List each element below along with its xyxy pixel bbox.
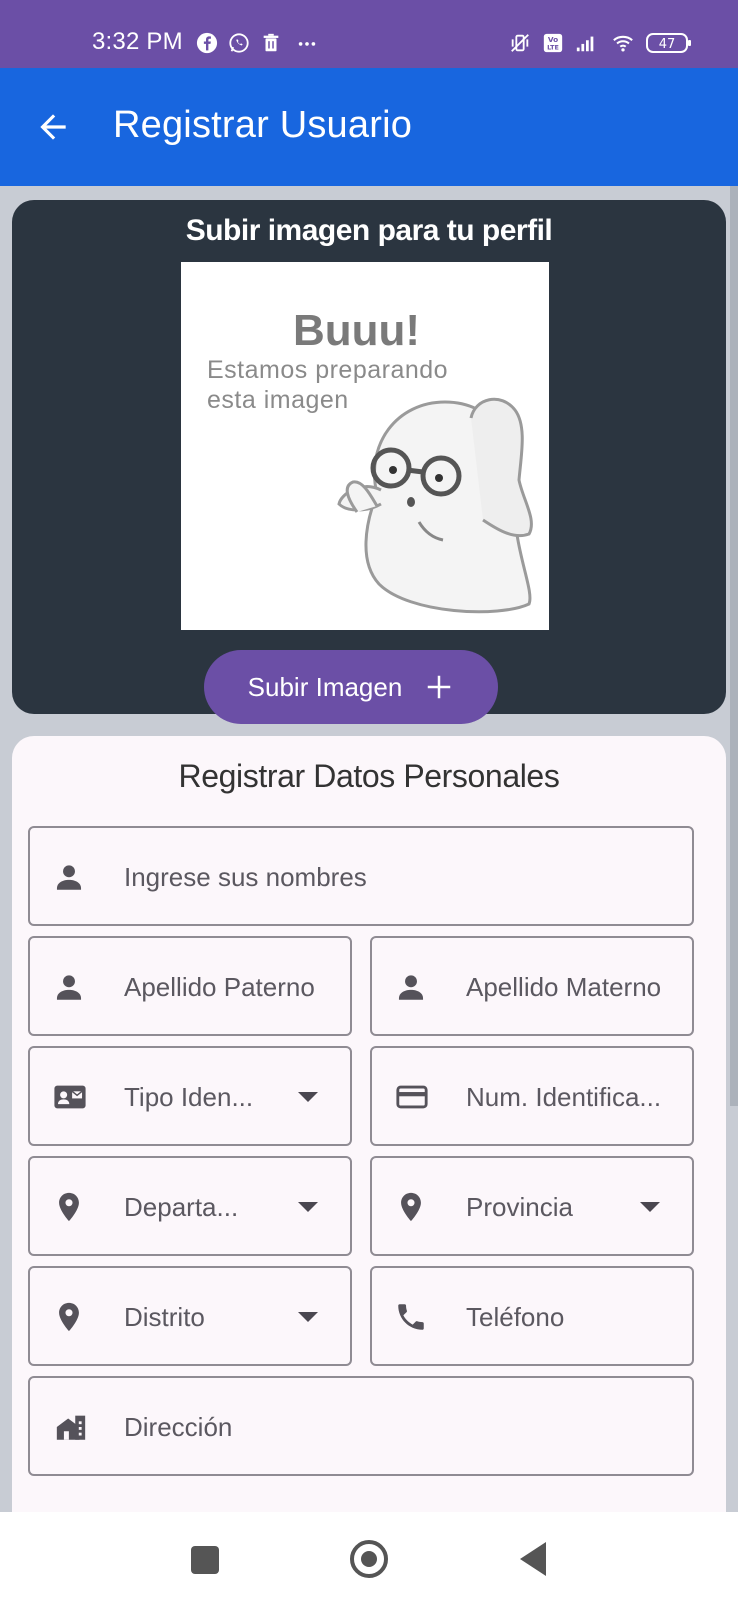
dropdown-arrow-icon	[298, 1092, 318, 1102]
wifi-icon	[613, 35, 633, 52]
person-icon	[398, 975, 424, 1000]
nombres-field[interactable]: Ingrese sus nombres	[28, 826, 694, 926]
contact-card-icon	[54, 1085, 86, 1109]
scroll-content[interactable]: Subir imagen para tu perfil Buuu! Estamo…	[0, 186, 738, 1512]
profile-image-card: Subir imagen para tu perfil Buuu! Estamo…	[12, 200, 726, 724]
location-pin-icon	[59, 1192, 79, 1222]
svg-text:47: 47	[659, 37, 676, 52]
profile-image-placeholder[interactable]: Buuu! Estamos preparando esta imagen	[181, 262, 549, 630]
departamento-placeholder: Departa...	[124, 1192, 239, 1222]
status-time: 3:32 PM	[92, 28, 183, 55]
form-title: Registrar Datos Personales	[178, 758, 560, 794]
direccion-field[interactable]: Dirección	[28, 1376, 694, 1476]
status-right-icons: Vo LTE 47	[506, 28, 692, 58]
distrito-select[interactable]: Distrito	[28, 1266, 352, 1366]
signal-icon	[576, 36, 594, 52]
apellido-materno-field[interactable]: Apellido Materno	[370, 936, 694, 1036]
status-bar: 3:32 PM Vo LTE 47	[0, 0, 738, 68]
system-nav-bar	[0, 1512, 738, 1600]
tipo-identificacion-placeholder: Tipo Iden...	[124, 1082, 254, 1112]
scrollbar[interactable]	[730, 186, 738, 1106]
apellido-materno-placeholder: Apellido Materno	[466, 972, 662, 1002]
tipo-identificacion-select[interactable]: Tipo Iden...	[28, 1046, 352, 1146]
vibrate-off-icon	[511, 34, 529, 52]
dropdown-arrow-icon	[298, 1202, 318, 1212]
provincia-select[interactable]: Provincia	[370, 1156, 694, 1256]
home-icon[interactable]	[350, 1540, 388, 1578]
ghost-illustration-icon	[337, 397, 533, 614]
image-section-title: Subir imagen para tu perfil	[185, 214, 553, 247]
credit-card-icon	[396, 1085, 428, 1109]
app-bar: Registrar Usuario	[0, 68, 738, 186]
dropdown-arrow-icon	[298, 1312, 318, 1322]
person-icon	[56, 865, 82, 890]
nombres-placeholder: Ingrese sus nombres	[124, 862, 367, 892]
location-pin-icon	[401, 1192, 421, 1222]
house-icon	[56, 1415, 86, 1440]
apellido-paterno-placeholder: Apellido Paterno	[124, 972, 315, 1002]
volte-icon: VoLTE	[543, 33, 563, 53]
more-dots-icon	[298, 42, 316, 46]
direccion-placeholder: Dirección	[124, 1412, 233, 1442]
telefono-placeholder: Teléfono	[466, 1302, 565, 1332]
num-identificacion-placeholder: Num. Identifica...	[466, 1082, 662, 1112]
phone-icon	[398, 1304, 424, 1330]
upload-image-button[interactable]: Subir Imagen	[204, 650, 498, 724]
location-pin-icon	[59, 1302, 79, 1332]
nav-back-icon[interactable]	[520, 1542, 546, 1576]
apellido-paterno-field[interactable]: Apellido Paterno	[28, 936, 352, 1036]
dropdown-arrow-icon	[640, 1202, 660, 1212]
telefono-field[interactable]: Teléfono	[370, 1266, 694, 1366]
recents-icon[interactable]	[191, 1546, 219, 1574]
num-identificacion-field[interactable]: Num. Identifica...	[370, 1046, 694, 1146]
provincia-placeholder: Provincia	[466, 1192, 573, 1222]
person-icon	[56, 975, 82, 1000]
status-left-icons	[196, 28, 322, 58]
plus-icon	[428, 675, 451, 699]
trash-icon	[263, 33, 279, 52]
departamento-select[interactable]: Departa...	[28, 1156, 352, 1256]
page-title: Registrar Usuario	[113, 104, 413, 146]
facebook-icon	[196, 32, 218, 54]
battery-icon: 47	[646, 33, 691, 53]
svg-text:LTE: LTE	[547, 43, 559, 51]
personal-data-card: Registrar Datos Personales Ingrese sus n…	[12, 736, 726, 1512]
upload-image-label: Subir Imagen	[247, 671, 403, 702]
distrito-placeholder: Distrito	[124, 1302, 205, 1332]
arrow-back-icon[interactable]	[34, 108, 72, 146]
whatsapp-icon	[229, 33, 249, 53]
